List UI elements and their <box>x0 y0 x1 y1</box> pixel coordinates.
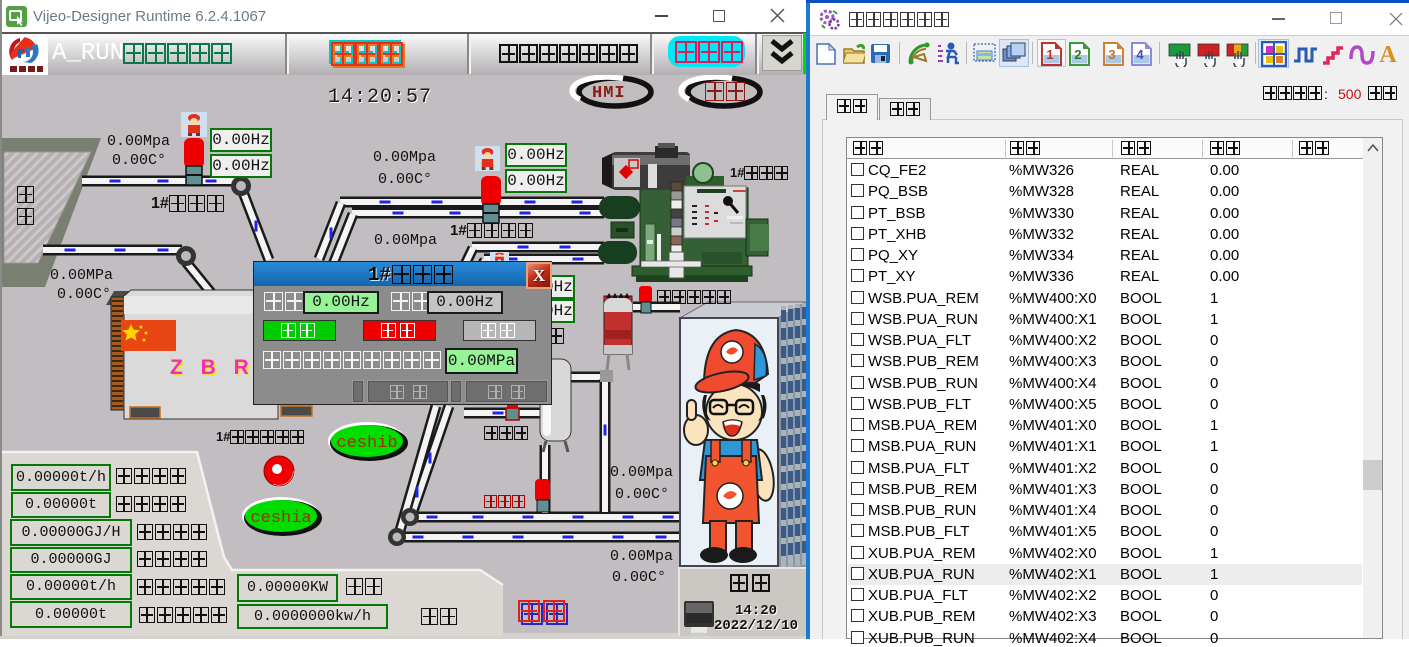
svg-text:2: 2 <box>1074 47 1081 62</box>
svg-text:A: A <box>1379 43 1397 65</box>
svg-text:ceshib: ceshib <box>336 434 397 453</box>
svg-text:ceshia: ceshia <box>250 509 311 528</box>
svg-text:1: 1 <box>1046 47 1053 62</box>
svg-text:3: 3 <box>1108 47 1115 62</box>
svg-text:4: 4 <box>1136 47 1144 62</box>
